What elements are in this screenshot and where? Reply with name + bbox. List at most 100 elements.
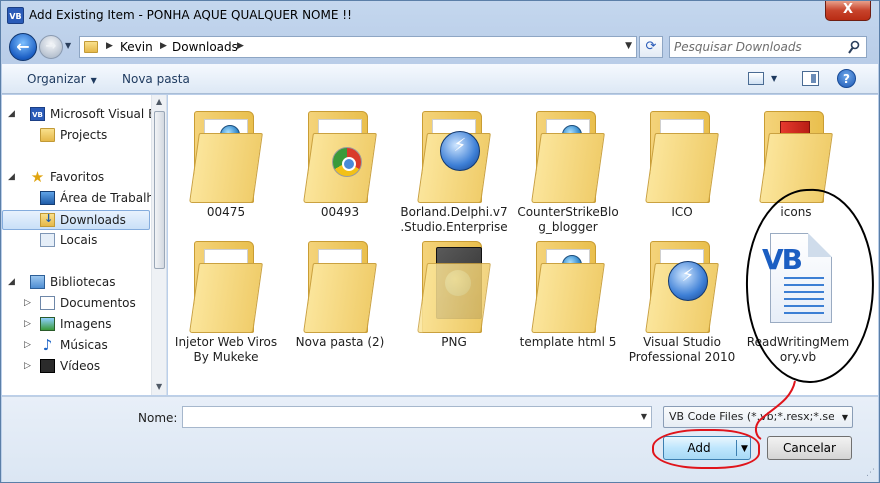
folder-item-borland-delphi[interactable]: ⚡ Borland.Delphi.v7.Studio.Enterprise: [400, 103, 508, 235]
nav-label: Vídeos: [60, 359, 101, 373]
preview-pane-icon[interactable]: [802, 71, 819, 86]
expanded-triangle-icon[interactable]: ◢: [8, 109, 15, 119]
file-label: template html 5: [519, 335, 617, 349]
nav-item-desktop[interactable]: Área de Trabalho: [2, 189, 161, 209]
nav-label: Bibliotecas: [50, 275, 116, 289]
scroll-up-icon[interactable]: ▲: [156, 97, 162, 106]
scroll-down-icon[interactable]: ▼: [156, 382, 162, 391]
chrome-icon: [332, 147, 362, 177]
video-icon: [40, 359, 55, 373]
scrollbar-thumb[interactable]: [154, 111, 165, 269]
search-input[interactable]: [674, 39, 844, 55]
breadcrumb-chevron-icon[interactable]: ▶: [106, 41, 113, 51]
folder-item-counterstrikeblog[interactable]: CounterStrikeBlog_blogger: [514, 103, 622, 235]
library-icon: [30, 275, 45, 289]
folder-icon: [303, 233, 377, 333]
file-name-input[interactable]: [186, 409, 626, 425]
navigation-pane: ◢ VB Microsoft Visual Ba Projects ◢ ★ Fa…: [2, 95, 167, 395]
nav-pane-scrollbar[interactable]: ▲ ▼: [151, 95, 166, 395]
recent-pages-dropdown[interactable]: ▼: [65, 41, 71, 50]
lightning-icon: ⚡: [668, 261, 708, 301]
folder-item-nova-pasta-2[interactable]: Nova pasta (2): [286, 233, 394, 350]
search-box[interactable]: [669, 36, 867, 58]
close-button[interactable]: X: [825, 1, 871, 21]
collapsed-triangle-icon[interactable]: ▷: [24, 340, 31, 350]
breadcrumb-chevron-icon[interactable]: ▶: [237, 41, 244, 51]
collapsed-triangle-icon[interactable]: ▷: [24, 361, 31, 371]
nav-label: Documentos: [60, 296, 136, 310]
add-existing-item-dialog: VB Add Existing Item - PONHA AQUE QUALQU…: [0, 0, 880, 483]
nav-item-pictures[interactable]: ▷ Imagens: [2, 315, 150, 335]
delphi-lightning-icon: ⚡: [440, 131, 480, 171]
folder-item-injetor-web-viros[interactable]: Injetor Web Viros By Mukeke: [172, 233, 280, 365]
title-bar[interactable]: VB Add Existing Item - PONHA AQUE QUALQU…: [1, 1, 879, 31]
folder-icon: [417, 233, 491, 333]
view-options-chevron-icon[interactable]: ▼: [771, 74, 777, 83]
nav-item-documents[interactable]: ▷ Documentos: [2, 294, 150, 314]
file-label: Borland.Delphi.v7.Studio.Enterprise: [400, 205, 508, 234]
chevron-down-icon[interactable]: ▼: [641, 412, 647, 421]
file-label: 00493: [320, 205, 360, 219]
nav-item-videos[interactable]: ▷ Vídeos: [2, 357, 150, 377]
new-folder-button[interactable]: Nova pasta: [122, 72, 190, 86]
nav-label: Músicas: [60, 338, 108, 352]
collapsed-triangle-icon[interactable]: ▷: [24, 319, 31, 329]
back-button[interactable]: ←: [9, 33, 37, 61]
folder-icon: [189, 233, 263, 333]
file-label: Injetor Web Viros By Mukeke: [174, 335, 278, 364]
nav-item-microsoft-visual-basic[interactable]: ◢ VB Microsoft Visual Ba: [2, 105, 164, 125]
file-type-filter-value: VB Code Files (*.vb;*.resx;*.setti: [669, 410, 834, 423]
address-bar[interactable]: ▶ Kevin ▶ Downloads ▶ ▼: [79, 36, 637, 58]
desktop-icon: [40, 191, 55, 205]
folder-icon: [759, 103, 833, 203]
nav-item-favorites[interactable]: ◢ ★ Favoritos: [2, 168, 150, 188]
documents-icon: [40, 296, 55, 310]
file-label: 00475: [206, 205, 246, 219]
nav-label: Projects: [60, 128, 108, 142]
music-icon: ♪: [42, 336, 53, 354]
nav-item-projects[interactable]: Projects: [2, 126, 150, 146]
cancel-button[interactable]: Cancelar: [767, 436, 852, 460]
folder-icon: [531, 233, 605, 333]
folder-icon: [303, 103, 377, 203]
chevron-down-icon[interactable]: ▼: [842, 413, 848, 422]
star-icon: ★: [30, 168, 45, 186]
expanded-triangle-icon[interactable]: ◢: [8, 277, 15, 287]
nav-item-places[interactable]: Locais: [2, 231, 150, 251]
nav-item-downloads[interactable]: Downloads: [2, 210, 150, 230]
breadcrumb-kevin[interactable]: Kevin: [120, 40, 153, 54]
breadcrumb-downloads[interactable]: Downloads: [172, 40, 238, 54]
folder-item-visual-studio-2010[interactable]: ⚡ Visual Studio Professional 2010: [628, 233, 736, 365]
file-label: PNG: [441, 335, 467, 349]
nav-label: Favoritos: [50, 170, 105, 184]
nav-item-libraries[interactable]: ◢ Bibliotecas: [2, 273, 150, 293]
collapsed-triangle-icon[interactable]: ▷: [24, 298, 31, 308]
nav-label: Microsoft Visual Ba: [50, 107, 164, 121]
file-label: Nova pasta (2): [295, 335, 385, 349]
folder-item-ico[interactable]: ICO: [628, 103, 736, 220]
help-icon[interactable]: ?: [837, 69, 856, 88]
vb-project-icon: VB: [30, 107, 45, 121]
file-name-field[interactable]: ▼: [182, 406, 652, 428]
refresh-button[interactable]: ⟳: [639, 36, 663, 58]
folder-item-00475[interactable]: 00475: [172, 103, 280, 220]
search-icon[interactable]: [848, 40, 860, 54]
address-dropdown-icon[interactable]: ▼: [625, 41, 632, 51]
file-type-filter[interactable]: VB Code Files (*.vb;*.resx;*.setti ▼: [663, 406, 853, 428]
resize-grip-icon[interactable]: ⋰: [866, 468, 875, 478]
organize-button[interactable]: Organizar ▼: [27, 72, 97, 86]
downloads-icon: [40, 212, 55, 227]
forward-button[interactable]: →: [39, 35, 63, 59]
folder-item-00493[interactable]: 00493: [286, 103, 394, 220]
window-title: Add Existing Item - PONHA AQUE QUALQUER …: [29, 8, 352, 22]
folder-icon: [645, 103, 719, 203]
navigation-bar: ← → ▼ ▶ Kevin ▶ Downloads ▶ ▼ ⟳: [1, 31, 879, 63]
nav-label: Área de Trabalho: [60, 191, 162, 205]
nav-label: Locais: [60, 233, 98, 247]
change-view-icon[interactable]: [748, 72, 764, 85]
expanded-triangle-icon[interactable]: ◢: [8, 172, 15, 182]
folder-item-template-html-5[interactable]: template html 5: [514, 233, 622, 350]
breadcrumb-chevron-icon[interactable]: ▶: [160, 41, 167, 51]
folder-item-png[interactable]: PNG: [400, 233, 508, 350]
nav-item-music[interactable]: ▷ ♪ Músicas: [2, 336, 150, 356]
